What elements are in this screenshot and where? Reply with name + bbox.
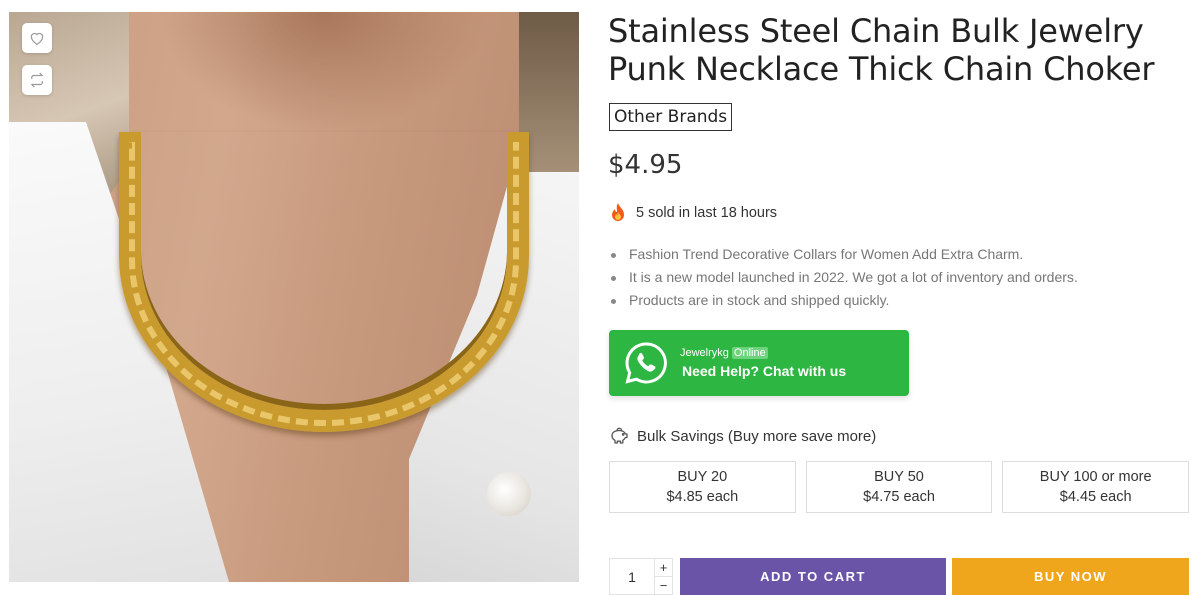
tier-quantity: BUY 100 or more (1039, 469, 1152, 485)
list-item: Products are in stock and shipped quickl… (610, 289, 1078, 312)
product-price: $4.95 (608, 150, 683, 180)
tier-quantity: BUY 20 (677, 469, 728, 485)
compare-icon (31, 72, 43, 88)
add-to-cart-button[interactable]: ADD TO CART (680, 558, 946, 595)
quantity-decrease-button[interactable]: − (655, 576, 672, 594)
list-item: It is a new model launched in 2022. We g… (610, 266, 1078, 289)
tier-quantity: BUY 50 (874, 469, 924, 485)
bulk-tier-option[interactable]: BUY 100 or more $4.45 each (1002, 461, 1190, 513)
sold-counter: 5 sold in last 18 hours (609, 203, 777, 223)
bulk-savings-heading: Bulk Savings (Buy more save more) (609, 426, 876, 446)
tier-price: $4.85 each (666, 489, 739, 505)
bulk-tiers: BUY 20 $4.85 each BUY 50 $4.75 each BUY … (609, 461, 1190, 513)
bulk-tier-option[interactable]: BUY 50 $4.75 each (805, 461, 993, 513)
bulk-heading-text: Bulk Savings (Buy more save more) (637, 427, 877, 445)
tier-price: $4.75 each (863, 489, 935, 505)
chat-cta-label: Need Help? Chat with us (682, 363, 847, 379)
fire-icon (612, 203, 624, 221)
buy-now-button[interactable]: BUY NOW (952, 558, 1189, 595)
quantity-input[interactable] (610, 559, 654, 594)
product-image-gallery (9, 12, 579, 582)
wishlist-button[interactable] (22, 23, 52, 53)
bulk-tier-option[interactable]: BUY 20 $4.85 each (609, 461, 796, 513)
feature-list: Fashion Trend Decorative Collars for Wom… (610, 243, 1078, 312)
list-item: Fashion Trend Decorative Collars for Wom… (610, 243, 1078, 266)
online-status-badge: Online (731, 347, 768, 359)
quantity-stepper: + − (609, 558, 673, 595)
piggy-bank-icon (611, 427, 628, 444)
quantity-increase-button[interactable]: + (655, 559, 672, 576)
tier-price: $4.45 each (1059, 489, 1132, 505)
sold-text: 5 sold in last 18 hours (636, 205, 778, 221)
brand-badge[interactable]: Other Brands (609, 103, 733, 131)
heart-icon (30, 32, 44, 46)
whatsapp-chat-button[interactable]: Jewelrykg Online Need Help? Chat with us (609, 330, 909, 396)
whatsapp-icon (625, 342, 667, 384)
agent-name: Jewelrykg (680, 347, 729, 359)
product-photo[interactable] (9, 12, 579, 582)
compare-button[interactable] (22, 65, 52, 95)
product-title: Stainless Steel Chain Bulk Jewelry Punk … (608, 12, 1155, 88)
